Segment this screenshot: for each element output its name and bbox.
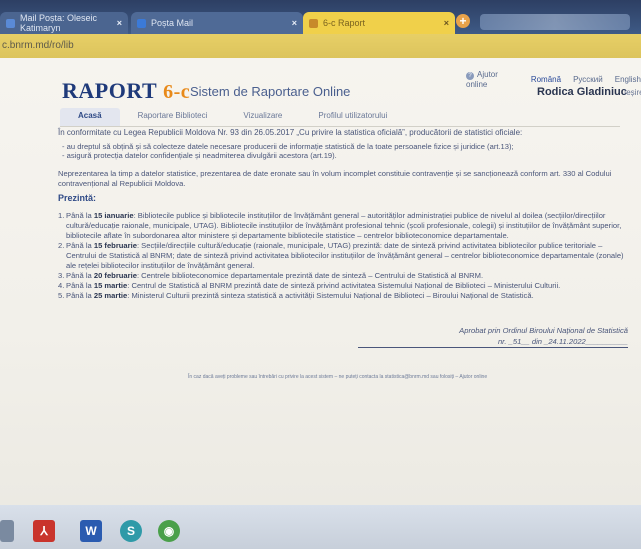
- deadline-list: 1. Până la 15 ianuarie: Bibliotecile publ…: [58, 211, 630, 301]
- list-text: : Centrele biblioteconomice departamenta…: [136, 271, 484, 280]
- nav-tabs: Acasă Raportare Biblioteci Vizualizare P…: [60, 108, 620, 127]
- tab-profil-utilizator[interactable]: Profilul utilizatorului: [300, 108, 405, 126]
- logo-text: RAPORT: [62, 78, 158, 103]
- browser-tab-label: Mail Poșta: Oleseic Katimaryn: [20, 13, 98, 33]
- help-link[interactable]: ? Ajutor online: [466, 70, 519, 89]
- list-item: 4. Până la 15 martie: Centrul de Statisti…: [58, 281, 630, 291]
- approval-note: Aprobat prin Ordinul Biroului Național d…: [358, 325, 628, 348]
- close-icon[interactable]: ×: [117, 18, 122, 28]
- browser-toolbar-area: [480, 14, 630, 30]
- os-taskbar: ⅄ W S ◉: [0, 505, 641, 549]
- browser-tabbar: Mail Poșta: Oleseic Katimaryn × Poșta Ma…: [0, 0, 641, 34]
- lang-russian[interactable]: Pусский: [573, 75, 603, 84]
- approval-number: nr. _51__ din _24.11.2022__________: [358, 336, 628, 348]
- list-date: 20 februarie: [93, 271, 137, 280]
- list-text: : Bibliotecile publice și bibliotecile i…: [66, 211, 622, 240]
- browser-tab-label: 6-c Raport: [323, 18, 366, 28]
- mail-icon: [137, 18, 146, 28]
- word-icon[interactable]: W: [80, 520, 102, 542]
- footer-text: În caz dacă aveți probleme sau întrebări…: [188, 374, 488, 380]
- list-item: 2. Până la 15 februarie: Secțiile/direcți…: [58, 241, 630, 271]
- logo[interactable]: RAPORT 6-c: [62, 78, 190, 104]
- list-text: : Centrul de Statistică al BNRM prezintă…: [127, 281, 561, 290]
- list-number: 1.: [58, 211, 65, 220]
- logout-link[interactable]: Ieșire: [624, 88, 641, 97]
- browser-tab-posta[interactable]: Poșta Mail ×: [131, 12, 303, 34]
- chrome-icon[interactable]: ◉: [158, 520, 180, 542]
- section-heading: Prezintă:: [58, 193, 97, 203]
- tab-vizualizare[interactable]: Vizualizare: [225, 108, 300, 126]
- browser-tab-mail[interactable]: Mail Poșta: Oleseic Katimaryn ×: [0, 12, 128, 34]
- page-icon: [309, 18, 318, 28]
- mail-icon: [6, 18, 15, 28]
- list-prefix: Până la: [66, 271, 94, 280]
- user-name: Rodica Gladiniuc: [537, 86, 627, 98]
- skype-icon[interactable]: S: [120, 520, 142, 542]
- pdf-icon[interactable]: ⅄: [33, 520, 55, 542]
- browser-tab-label: Poșta Mail: [151, 18, 194, 28]
- list-number: 3.: [58, 271, 65, 280]
- list-text: : Ministerul Culturii prezintă sinteza s…: [127, 291, 534, 300]
- page-body: RAPORT 6-c Sistem de Raportare Online ? Aj…: [0, 58, 641, 505]
- lang-romana[interactable]: Română: [531, 75, 561, 84]
- windows-icon[interactable]: [0, 520, 14, 542]
- browser-tab-raport[interactable]: 6-c Raport ×: [303, 12, 455, 34]
- list-number: 5.: [58, 291, 65, 300]
- list-date: 15 ianuarie: [93, 211, 134, 220]
- address-text[interactable]: c.bnrm.md/ro/lib: [2, 40, 74, 51]
- list-item: 3. Până la 20 februarie: Centrele bibliot…: [58, 271, 630, 281]
- list-prefix: Până la: [66, 281, 94, 290]
- list-prefix: Până la: [66, 211, 94, 220]
- bullet-item: - asigură protecția datelor confidențial…: [62, 151, 337, 160]
- warning-text: Neprezentarea la timp a datelor statisti…: [58, 169, 612, 188]
- list-number: 2.: [58, 241, 65, 250]
- help-icon: ?: [466, 72, 474, 80]
- list-item: 1. Până la 15 ianuarie: Bibliotecile publ…: [58, 211, 630, 241]
- close-icon[interactable]: ×: [292, 18, 297, 28]
- tab-acasa[interactable]: Acasă: [60, 108, 120, 126]
- approval-line: Aprobat prin Ordinul Biroului Național d…: [459, 326, 628, 335]
- list-number: 4.: [58, 281, 65, 290]
- lang-english[interactable]: English: [615, 75, 641, 84]
- address-bar[interactable]: c.bnrm.md/ro/lib: [0, 34, 641, 58]
- tab-raportare-biblioteci[interactable]: Raportare Biblioteci: [120, 108, 226, 126]
- list-date: 15 martie: [93, 281, 128, 290]
- list-date: 15 februarie: [93, 241, 137, 250]
- list-date: 25 martie: [93, 291, 128, 300]
- list-text: : Secțiile/direcțiile cultură/educație (…: [66, 241, 624, 270]
- site-subtitle: Sistem de Raportare Online: [190, 84, 351, 99]
- logo-version: 6-c: [163, 81, 191, 103]
- list-prefix: Până la: [66, 291, 94, 300]
- list-item: 5. Până la 25 martie: Ministerul Culturii…: [58, 291, 630, 301]
- list-prefix: Până la: [66, 241, 94, 250]
- new-tab-button[interactable]: +: [456, 14, 470, 28]
- intro-text: În conformitate cu Legea Republicii Mold…: [58, 128, 523, 137]
- close-icon[interactable]: ×: [444, 18, 449, 28]
